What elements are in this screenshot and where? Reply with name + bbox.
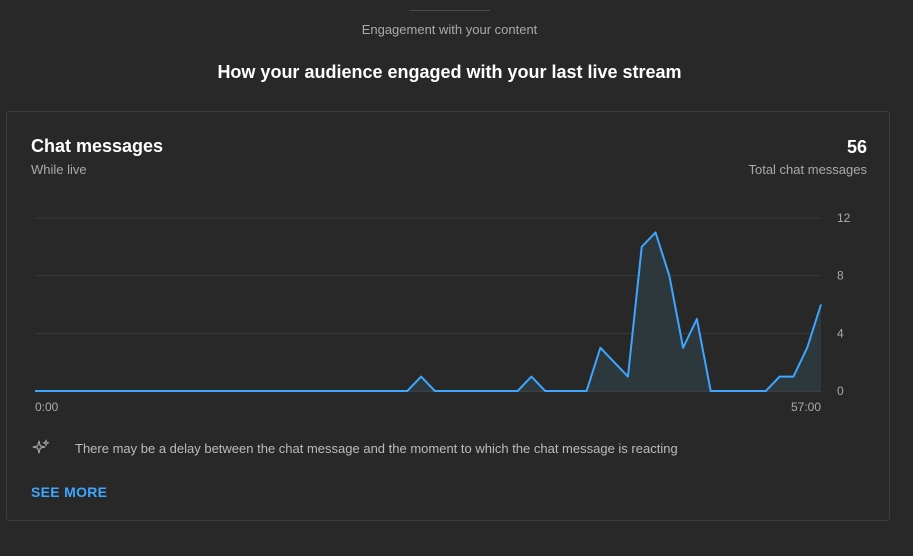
top-divider bbox=[409, 10, 490, 11]
sparkle-icon bbox=[31, 438, 51, 458]
x-tick-label-start: 0:00 bbox=[35, 400, 59, 412]
chat-messages-chart: 0 4 8 12 0:00 57:00 bbox=[35, 211, 851, 412]
see-more-link[interactable]: SEE MORE bbox=[31, 484, 107, 500]
x-tick-label-end: 57:00 bbox=[791, 400, 821, 412]
section-label: Engagement with your content bbox=[361, 22, 538, 37]
y-tick-label-4: 4 bbox=[837, 326, 844, 340]
y-tick-label-12: 12 bbox=[837, 211, 851, 225]
chat-messages-card: Chat messages While live 56 Total chat m… bbox=[6, 111, 890, 521]
series-area bbox=[35, 232, 821, 391]
y-tick-label-8: 8 bbox=[837, 269, 844, 283]
delay-note: There may be a delay between the chat me… bbox=[31, 438, 678, 458]
delay-note-text: There may be a delay between the chat me… bbox=[75, 440, 678, 456]
section-title: How your audience engaged with your last… bbox=[217, 62, 682, 82]
engagement-page: Engagement with your content How your au… bbox=[0, 0, 913, 556]
y-tick-label-0: 0 bbox=[837, 384, 844, 398]
